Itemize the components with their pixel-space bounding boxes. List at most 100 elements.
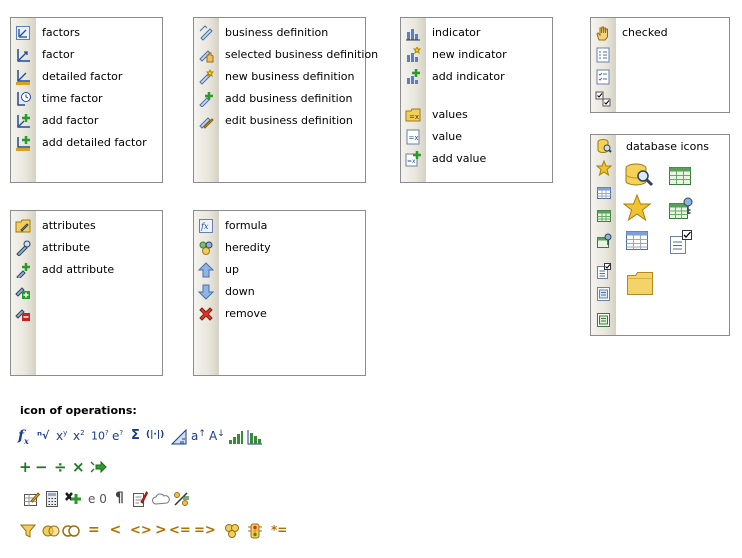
- greater-button[interactable]: >: [155, 522, 167, 540]
- list-item-doc-checked[interactable]: [591, 88, 729, 110]
- list-item-detailed-factor[interactable]: detailed factor: [11, 66, 162, 88]
- power-y-button[interactable]: xy: [56, 429, 67, 447]
- list-item-selected-business-definition[interactable]: selected business definition: [194, 44, 378, 66]
- calculator-icon[interactable]: [45, 491, 59, 509]
- list-item-add-factor[interactable]: add factor: [11, 110, 162, 132]
- plus-button[interactable]: +: [19, 458, 32, 476]
- list-item-values[interactable]: =x values: [401, 104, 552, 126]
- greater-equal-button[interactable]: =>: [194, 523, 216, 541]
- indicator-icon: [405, 25, 421, 41]
- list-item-new-business-definition[interactable]: new business definition: [194, 66, 365, 88]
- large-folder-icon[interactable]: [626, 270, 654, 296]
- sigma-button[interactable]: Σ: [131, 428, 140, 446]
- intersection-icon[interactable]: [42, 523, 60, 541]
- list-item-label: add business definition: [225, 92, 353, 105]
- operations-row-arithmetic: + − ÷ ×: [18, 458, 128, 478]
- svg-text:fx: fx: [200, 222, 209, 231]
- fx-button[interactable]: fx: [18, 428, 29, 446]
- document-green-icon[interactable]: [596, 312, 612, 328]
- bar-chart-falling-icon[interactable]: [247, 429, 263, 447]
- add-column-icon[interactable]: [64, 490, 82, 508]
- list-item-add-attribute[interactable]: add attribute: [11, 259, 162, 281]
- list-item-doc-checklist[interactable]: [591, 66, 729, 88]
- list-item-time-factor[interactable]: time factor: [11, 88, 162, 110]
- list-item-add-business-definition[interactable]: add business definition: [194, 88, 365, 110]
- traffic-light-icon[interactable]: [247, 523, 263, 541]
- multiply-button[interactable]: ×: [72, 458, 85, 476]
- not-equal-button[interactable]: <>: [130, 523, 152, 541]
- arrow-right-icon[interactable]: [90, 459, 108, 477]
- lowercase-button[interactable]: a↑: [191, 429, 206, 447]
- list-item-add-detailed-factor[interactable]: add detailed factor: [11, 132, 162, 154]
- equals-less-button[interactable]: = <: [88, 522, 121, 540]
- large-table-icon[interactable]: [625, 230, 649, 252]
- list-item-down[interactable]: down: [194, 281, 365, 303]
- list-item-attribute[interactable]: attribute: [11, 237, 162, 259]
- list-item-heredity[interactable]: heredity: [194, 237, 365, 259]
- large-document-checked-icon[interactable]: [669, 230, 693, 254]
- time-factor-icon: [15, 91, 31, 107]
- triangle-ruler-icon[interactable]: [171, 429, 187, 447]
- add-indicator-icon: [405, 69, 421, 85]
- add-business-definition-icon: [198, 91, 214, 107]
- list-item-factor[interactable]: factor: [11, 44, 162, 66]
- list-item-factors[interactable]: factors: [11, 22, 162, 44]
- power-2-button[interactable]: x2: [73, 429, 85, 447]
- list-item-attributes[interactable]: attributes: [11, 215, 162, 237]
- star-icon[interactable]: [596, 160, 612, 176]
- e-power-button[interactable]: e?: [112, 429, 123, 447]
- list-item-label: checked: [622, 26, 668, 39]
- less-equal-button[interactable]: <=: [169, 523, 191, 541]
- list-item-attribute-remove-box[interactable]: [11, 303, 162, 325]
- table-key-icon[interactable]: [596, 233, 612, 249]
- database-search-icon[interactable]: [596, 138, 612, 154]
- list-item-up[interactable]: up: [194, 259, 365, 281]
- ten-power-button[interactable]: 10?: [91, 429, 109, 447]
- list-item-value[interactable]: =x value: [401, 126, 552, 148]
- list-item-formula[interactable]: fx formula: [194, 215, 365, 237]
- new-indicator-icon: [405, 47, 421, 63]
- list-item-checked[interactable]: checked: [591, 22, 729, 44]
- new-business-definition-icon: [198, 69, 214, 85]
- large-table-key-icon[interactable]: [668, 197, 694, 221]
- cloud-icon[interactable]: [152, 492, 170, 510]
- abs-button[interactable]: (|·|): [146, 430, 164, 448]
- list-item-attribute-add-box[interactable]: [11, 281, 162, 303]
- list-item-business-definition[interactable]: business definition: [194, 22, 365, 44]
- attributes-icon: [15, 218, 31, 234]
- root-button[interactable]: ⁿ√: [37, 429, 49, 447]
- list-item-indicator[interactable]: indicator: [401, 22, 552, 44]
- list-item-edit-business-definition[interactable]: edit business definition: [194, 110, 365, 132]
- checkbox-checked-icon: [595, 91, 611, 107]
- star-equals-button[interactable]: *=: [271, 523, 287, 541]
- indicator-panel: indicator new indicator add indicator =x…: [400, 17, 553, 183]
- list-item-label: add attribute: [42, 263, 115, 276]
- list-item-add-indicator[interactable]: add indicator: [401, 66, 552, 88]
- uppercase-button[interactable]: A↓: [209, 429, 225, 447]
- list-item-doc-list[interactable]: [591, 44, 729, 66]
- list-item-add-value[interactable]: =x add value: [401, 148, 552, 170]
- add-factor-icon: [15, 113, 31, 129]
- pilcrow-button[interactable]: ¶: [115, 490, 124, 508]
- e-zero-button[interactable]: e 0: [88, 492, 107, 510]
- document-checked-icon[interactable]: [596, 263, 612, 279]
- bar-chart-rising-icon[interactable]: [228, 429, 244, 447]
- green-table-icon[interactable]: [596, 208, 612, 224]
- table-icon[interactable]: [596, 185, 612, 201]
- divide-button[interactable]: ÷: [54, 458, 67, 476]
- list-item-label: heredity: [225, 241, 271, 254]
- list-item-new-indicator[interactable]: new indicator: [401, 44, 552, 66]
- large-database-search-icon[interactable]: [624, 161, 654, 189]
- group-icon[interactable]: [223, 523, 241, 541]
- minus-button[interactable]: −: [35, 458, 48, 476]
- union-icon[interactable]: [62, 523, 80, 541]
- document-edit-icon[interactable]: [132, 491, 148, 509]
- filter-icon[interactable]: [20, 523, 36, 541]
- large-green-table-icon[interactable]: [668, 165, 692, 187]
- large-star-icon[interactable]: [623, 194, 651, 222]
- edit-table-icon[interactable]: [23, 491, 40, 509]
- percent-icon[interactable]: [173, 491, 191, 509]
- list-item-remove[interactable]: remove: [194, 303, 365, 325]
- list-item-label: new business definition: [225, 70, 355, 83]
- document-lines-icon[interactable]: [596, 286, 612, 302]
